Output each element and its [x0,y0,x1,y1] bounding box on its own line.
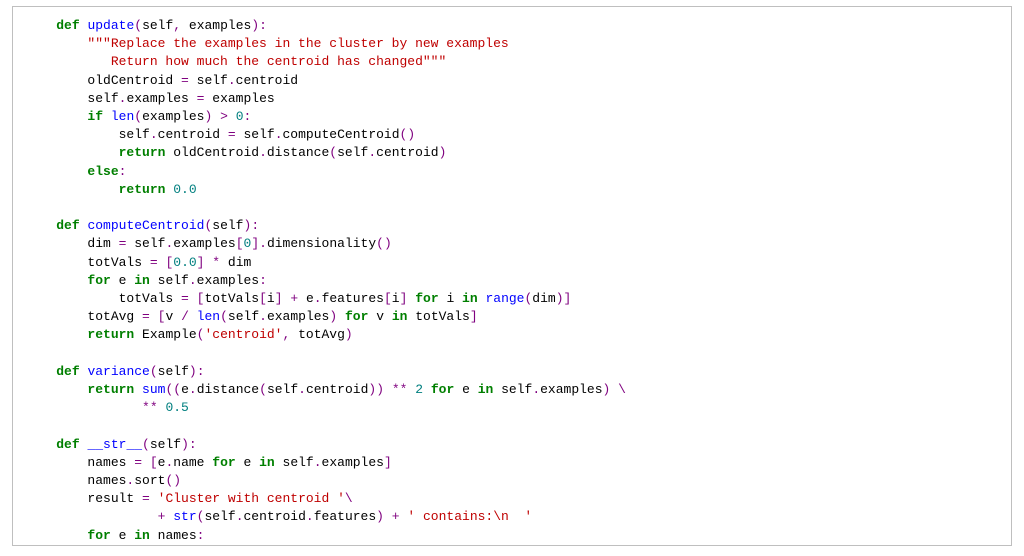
code-frame: def update(self, examples): """Replace t… [12,6,1012,546]
python-source-code: def update(self, examples): """Replace t… [13,17,1011,546]
